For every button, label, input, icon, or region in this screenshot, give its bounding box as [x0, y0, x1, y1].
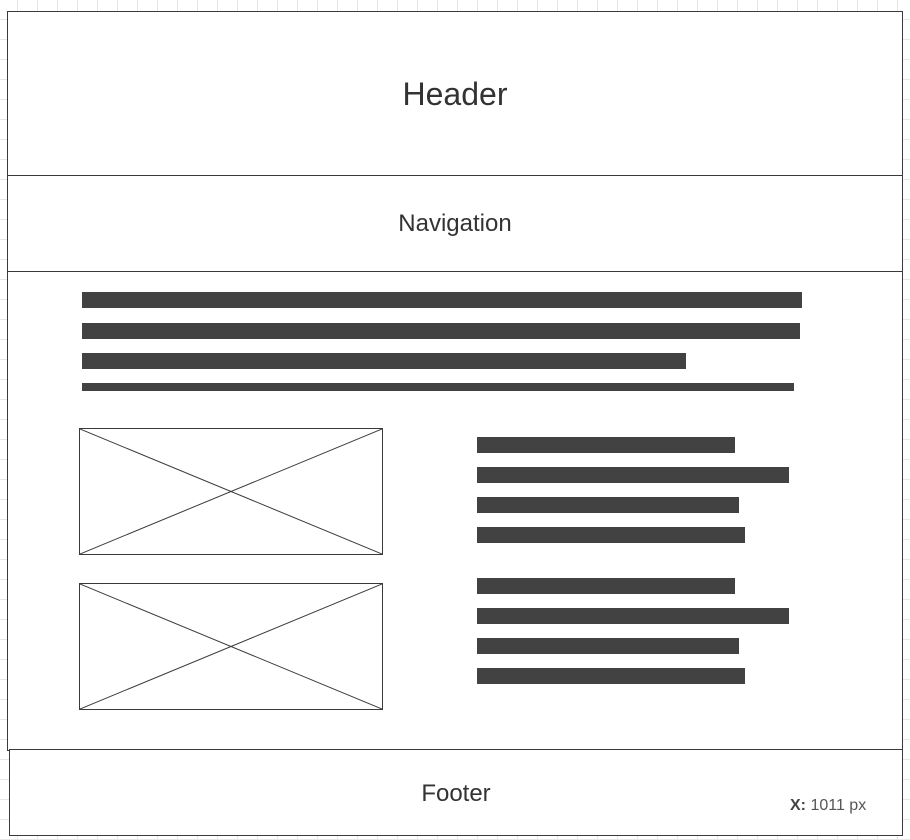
- coordinate-readout: X: 1011 px: [790, 797, 866, 815]
- image-placeholder-icon: [80, 429, 382, 554]
- navigation-label: Navigation: [398, 210, 512, 237]
- text-line-placeholder: [82, 323, 800, 339]
- image-placeholder[interactable]: [79, 428, 383, 555]
- text-line-placeholder: [477, 527, 745, 543]
- footer-block[interactable]: Footer: [9, 749, 903, 836]
- header-block[interactable]: Header: [7, 11, 903, 176]
- text-line-placeholder: [477, 608, 789, 624]
- text-line-placeholder: [82, 292, 802, 308]
- text-line-placeholder: [477, 578, 735, 594]
- x-coordinate-value: 1011 px: [810, 797, 867, 814]
- text-line-placeholder: [82, 383, 794, 391]
- navigation-block[interactable]: Navigation: [7, 175, 903, 272]
- text-line-placeholder: [477, 497, 739, 513]
- text-line-placeholder: [477, 638, 739, 654]
- footer-label: Footer: [421, 780, 491, 807]
- x-coordinate-label: X:: [790, 797, 806, 814]
- header-label: Header: [402, 76, 508, 112]
- text-line-placeholder: [82, 353, 686, 369]
- text-line-placeholder: [477, 437, 735, 453]
- text-line-placeholder: [477, 668, 745, 684]
- text-line-placeholder: [477, 467, 789, 483]
- image-placeholder[interactable]: [79, 583, 383, 710]
- image-placeholder-icon: [80, 584, 382, 709]
